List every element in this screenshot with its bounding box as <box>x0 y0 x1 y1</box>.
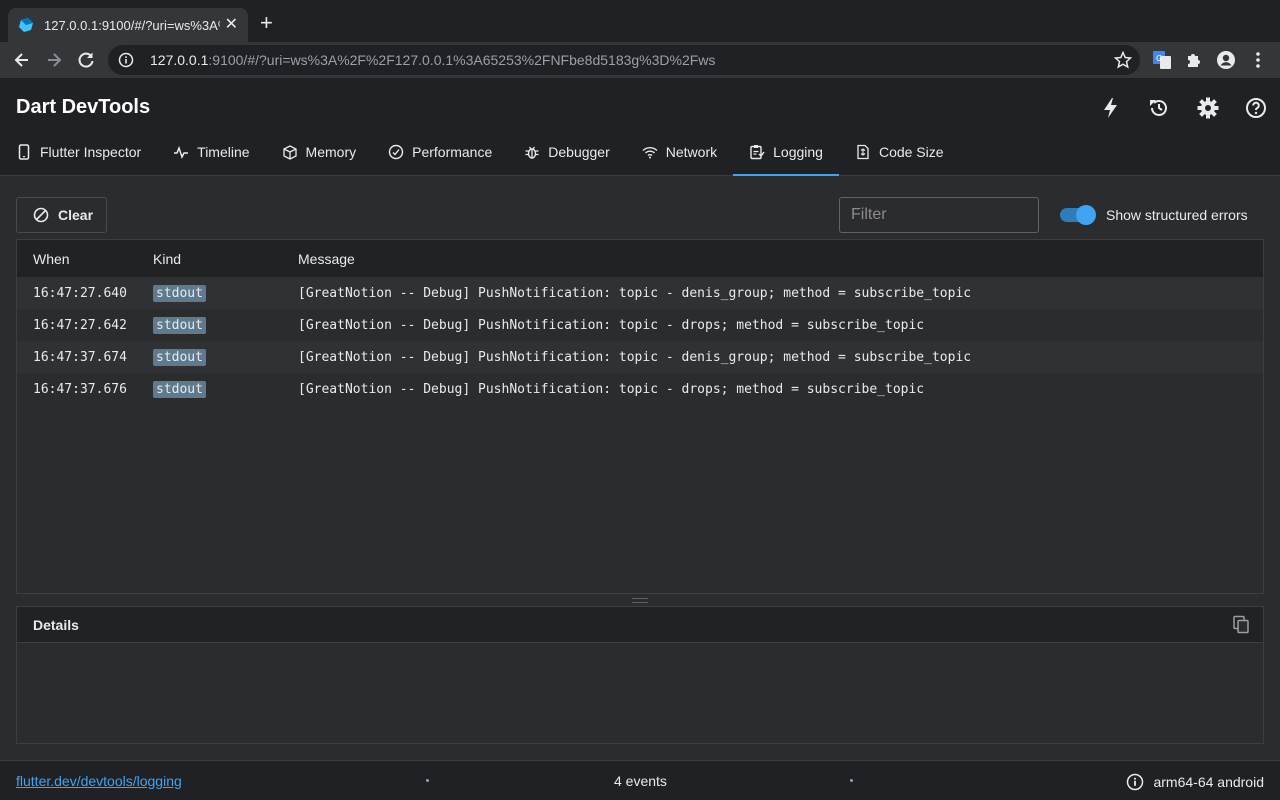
dart-logo-icon <box>19 18 33 32</box>
help-icon[interactable] <box>1244 96 1268 120</box>
table-row[interactable]: 16:47:27.640 stdout [GreatNotion -- Debu… <box>17 277 1263 309</box>
forward-icon[interactable] <box>44 50 64 70</box>
tab-performance[interactable]: Performance <box>372 128 508 175</box>
browser-toolbar: 127.0.0.1:9100/#/?uri=ws%3A%2F%2F127.0.0… <box>0 42 1280 78</box>
structured-errors-label: Show structured errors <box>1106 207 1248 223</box>
status-bar: flutter.dev/devtools/logging 4 events ar… <box>0 760 1280 800</box>
browser-menu-icon[interactable] <box>1248 50 1268 70</box>
column-header-message[interactable]: Message <box>298 251 355 267</box>
log-message: [GreatNotion -- Debug] PushNotification:… <box>298 286 972 301</box>
tab-debugger[interactable]: Debugger <box>508 128 626 175</box>
tab-code-size[interactable]: Code Size <box>839 128 960 175</box>
site-info-icon[interactable] <box>118 52 134 68</box>
tab-timeline[interactable]: Timeline <box>157 128 265 175</box>
kind-badge: stdout <box>153 317 206 334</box>
network-icon <box>642 146 658 158</box>
kind-badge: stdout <box>153 349 206 366</box>
kind-badge: stdout <box>153 285 206 302</box>
log-message: [GreatNotion -- Debug] PushNotification:… <box>298 318 925 333</box>
back-icon[interactable] <box>12 50 32 70</box>
hot-restart-icon[interactable] <box>1147 96 1171 120</box>
status-separator <box>850 779 853 782</box>
tab-logging[interactable]: Logging <box>733 128 839 176</box>
app-title: Dart DevTools <box>16 96 151 118</box>
profile-icon[interactable] <box>1216 50 1236 70</box>
browser-tab[interactable]: 127.0.0.1:9100/#/?uri=ws%3A%2 ✕ <box>8 8 248 42</box>
filter-input[interactable] <box>839 197 1039 233</box>
status-separator <box>426 779 429 782</box>
tab-memory[interactable]: Memory <box>266 128 373 175</box>
log-table: When Kind Message 16:47:27.640 stdout [G… <box>16 239 1264 594</box>
device-info[interactable]: arm64-64 android <box>1126 773 1264 791</box>
kind-badge: stdout <box>153 381 206 398</box>
memory-icon <box>282 144 297 160</box>
column-header-when[interactable]: When <box>33 251 70 267</box>
docs-link[interactable]: flutter.dev/devtools/logging <box>16 773 182 789</box>
log-when: 16:47:37.674 <box>33 350 127 365</box>
url-text: 127.0.0.1:9100/#/?uri=ws%3A%2F%2F127.0.0… <box>150 52 716 68</box>
log-when: 16:47:27.640 <box>33 286 127 301</box>
svg-text:G: G <box>1156 54 1162 63</box>
table-row[interactable]: 16:47:37.674 stdout [GreatNotion -- Debu… <box>17 341 1263 373</box>
log-when: 16:47:37.676 <box>33 382 127 397</box>
timeline-icon <box>174 145 189 159</box>
debugger-icon <box>525 146 539 159</box>
details-panel: Details <box>16 606 1264 744</box>
column-header-kind[interactable]: Kind <box>153 251 181 267</box>
browser-tab-strip: 127.0.0.1:9100/#/?uri=ws%3A%2 ✕ + <box>0 0 1280 42</box>
browser-tab-title: 127.0.0.1:9100/#/?uri=ws%3A%2 <box>44 17 220 33</box>
block-icon <box>33 207 49 223</box>
hot-reload-icon[interactable] <box>1099 96 1123 120</box>
log-when: 16:47:27.642 <box>33 318 127 333</box>
close-tab-icon[interactable]: ✕ <box>225 16 238 34</box>
event-count: 4 events <box>614 773 667 789</box>
clear-button[interactable]: Clear <box>16 197 107 233</box>
info-icon <box>1127 773 1144 791</box>
details-header: Details <box>17 607 1263 643</box>
log-table-header: When Kind Message <box>17 240 1263 277</box>
logging-icon <box>750 144 765 159</box>
translate-extension-icon[interactable]: G <box>1152 50 1172 70</box>
log-message: [GreatNotion -- Debug] PushNotification:… <box>298 382 925 397</box>
bookmark-star-icon[interactable] <box>1114 51 1132 69</box>
tab-network[interactable]: Network <box>626 128 733 175</box>
toggle-thumb <box>1076 205 1096 225</box>
devtools-tab-bar: Flutter Inspector Timeline Memory Perfor… <box>0 128 960 176</box>
phone-icon <box>18 143 30 160</box>
details-title: Details <box>33 617 79 633</box>
gear-icon[interactable] <box>1196 96 1220 120</box>
log-message: [GreatNotion -- Debug] PushNotification:… <box>298 350 972 365</box>
extensions-puzzle-icon[interactable] <box>1184 50 1204 70</box>
code-size-icon <box>857 144 869 159</box>
table-row[interactable]: 16:47:27.642 stdout [GreatNotion -- Debu… <box>17 309 1263 341</box>
table-row[interactable]: 16:47:37.676 stdout [GreatNotion -- Debu… <box>17 373 1263 405</box>
structured-errors-toggle[interactable] <box>1060 205 1096 225</box>
devtools-header: Dart DevTools Flutter Inspector Timeline <box>0 78 1280 176</box>
tab-flutter-inspector[interactable]: Flutter Inspector <box>0 128 157 175</box>
copy-icon[interactable] <box>1231 615 1251 635</box>
address-bar[interactable]: 127.0.0.1:9100/#/?uri=ws%3A%2F%2F127.0.0… <box>108 45 1140 75</box>
reload-icon[interactable] <box>76 50 96 70</box>
split-drag-handle[interactable] <box>632 598 648 603</box>
performance-icon <box>388 144 404 159</box>
new-tab-icon[interactable]: + <box>260 12 273 34</box>
